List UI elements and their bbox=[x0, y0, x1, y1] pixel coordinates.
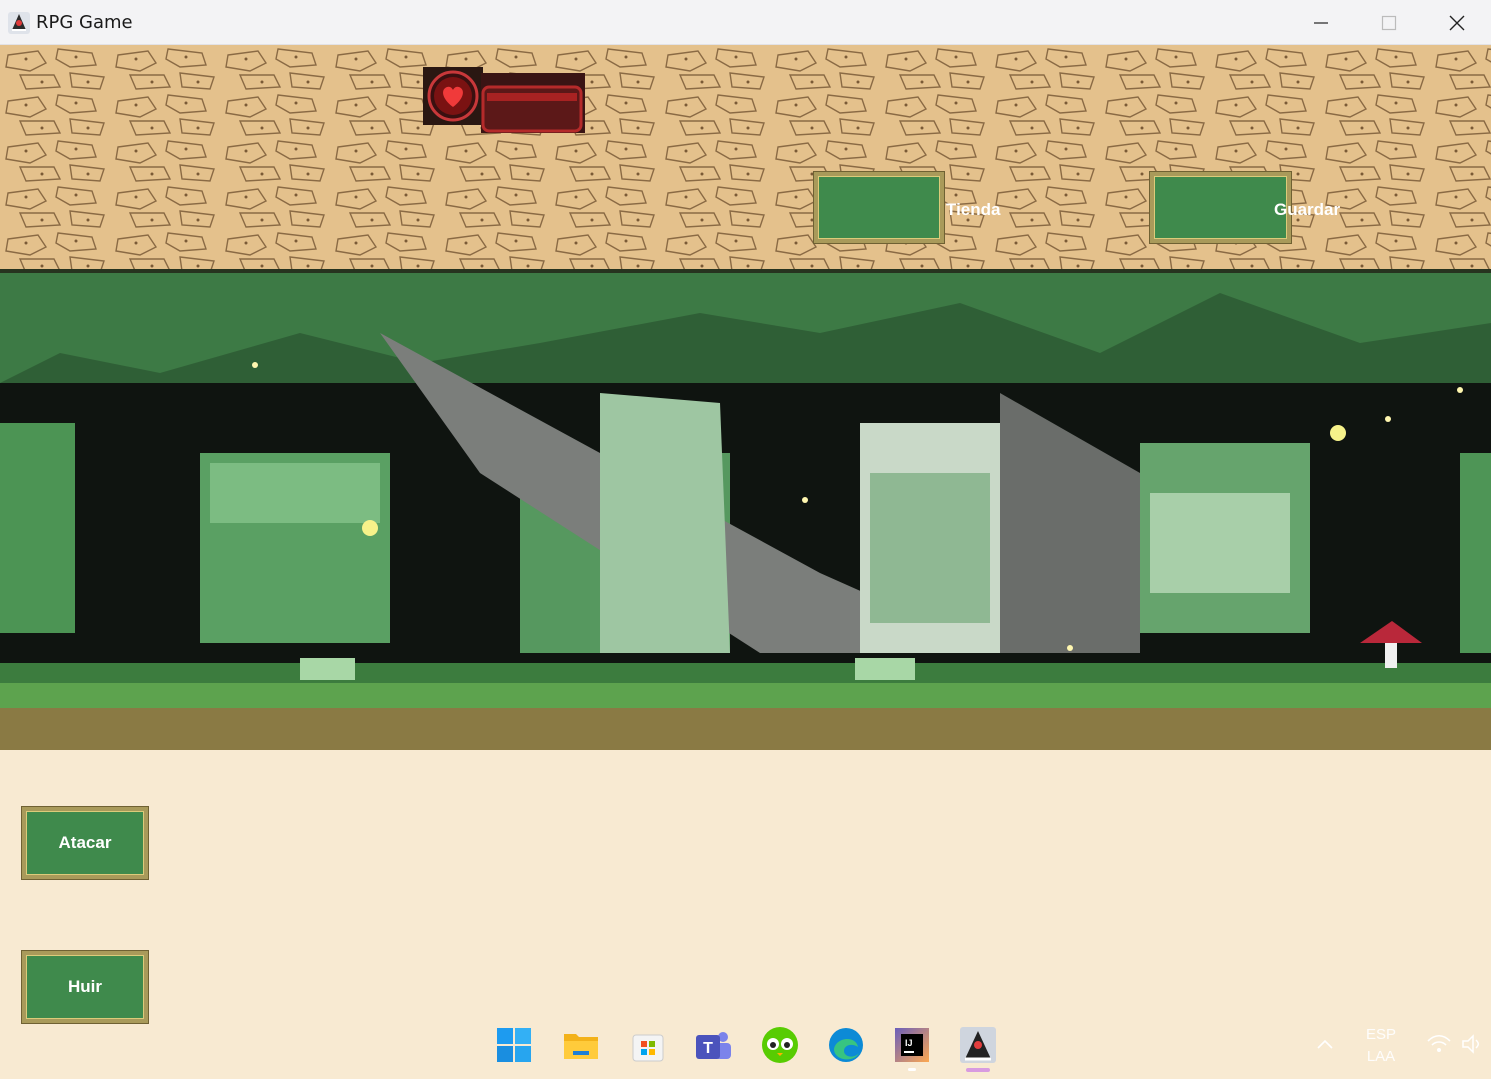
taskbar bbox=[0, 1013, 1491, 1079]
microsoft-store-icon[interactable] bbox=[628, 1025, 668, 1065]
window-titlebar: RPG Game bbox=[0, 0, 1491, 45]
maximize-button[interactable] bbox=[1355, 0, 1423, 45]
close-button[interactable] bbox=[1423, 0, 1491, 45]
volume-icon[interactable] bbox=[1460, 1033, 1484, 1055]
language-indicator[interactable]: ESP LAA bbox=[1366, 1024, 1396, 1068]
duolingo-icon[interactable] bbox=[760, 1025, 800, 1065]
language-line2: LAA bbox=[1366, 1048, 1396, 1065]
attack-button[interactable]: Atacar bbox=[22, 807, 148, 879]
flee-label: Huir bbox=[68, 977, 102, 996]
health-icon-frame bbox=[423, 67, 483, 125]
battle-scene bbox=[0, 273, 1491, 750]
heart-icon bbox=[427, 70, 479, 122]
java-app-icon[interactable] bbox=[958, 1025, 998, 1065]
health-bar bbox=[481, 73, 585, 133]
forest-background bbox=[0, 273, 1491, 750]
window-title: RPG Game bbox=[36, 12, 133, 33]
intellij-idea-icon[interactable]: IJ bbox=[892, 1025, 932, 1065]
svg-text:IJ: IJ bbox=[905, 1038, 913, 1048]
running-app-indicator bbox=[908, 1068, 916, 1071]
windows-start-icon[interactable] bbox=[494, 1025, 534, 1065]
teams-icon[interactable]: T bbox=[693, 1025, 733, 1065]
save-label[interactable]: Guardar bbox=[1274, 200, 1340, 220]
minimize-icon bbox=[1314, 22, 1328, 24]
language-line1: ESP bbox=[1366, 1026, 1397, 1043]
file-explorer-icon[interactable] bbox=[561, 1025, 601, 1065]
maximize-icon bbox=[1381, 15, 1397, 31]
shop-label[interactable]: Tienda bbox=[946, 200, 1000, 220]
svg-text:T: T bbox=[703, 1040, 713, 1057]
shop-button[interactable] bbox=[814, 172, 944, 243]
java-duke-icon bbox=[8, 12, 30, 34]
close-icon bbox=[1449, 15, 1465, 31]
edge-icon[interactable] bbox=[826, 1025, 866, 1065]
attack-label: Atacar bbox=[58, 833, 112, 852]
save-button[interactable] bbox=[1150, 172, 1291, 243]
active-app-indicator bbox=[966, 1068, 990, 1072]
chevron-up-icon[interactable] bbox=[1314, 1034, 1336, 1054]
minimize-button[interactable] bbox=[1287, 0, 1355, 45]
wifi-icon[interactable] bbox=[1426, 1033, 1452, 1055]
